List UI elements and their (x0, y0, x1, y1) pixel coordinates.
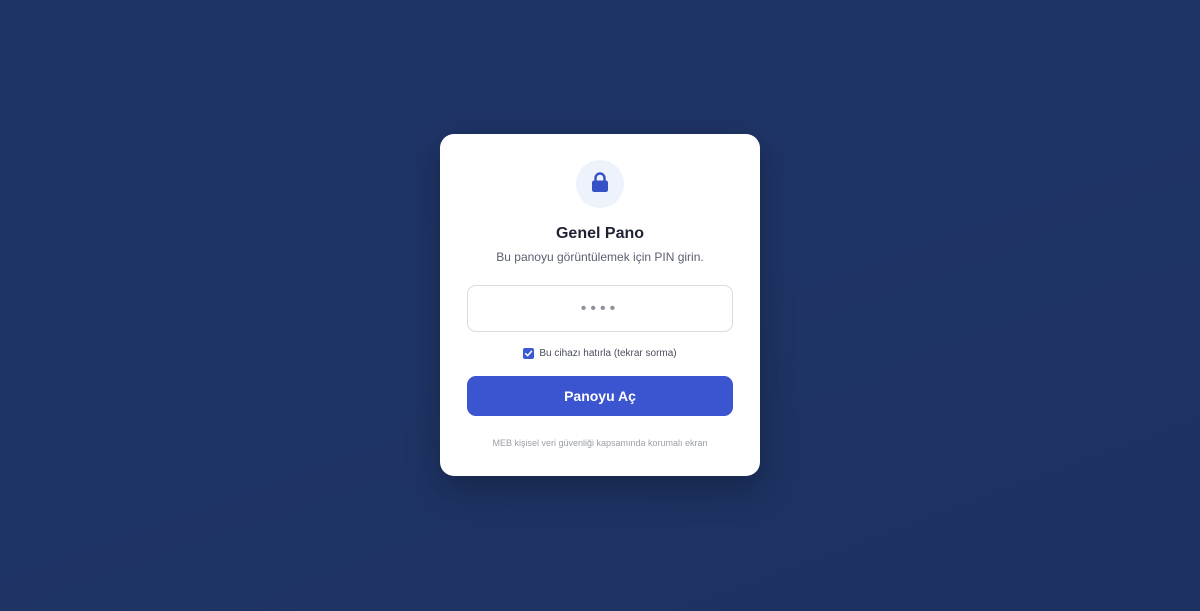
page-subtitle: Bu panoyu görüntülemek için PIN girin. (496, 250, 704, 264)
remember-device-checkbox[interactable] (523, 347, 535, 359)
page-title: Genel Pano (555, 225, 645, 242)
pin-input[interactable] (467, 285, 733, 332)
lock-badge (576, 160, 624, 208)
open-dashboard-button[interactable]: Panoyu Aç (467, 376, 733, 416)
lock-icon (590, 171, 610, 198)
remember-device-label: Bu cihazı hatırla (tekrar sorma) (539, 347, 677, 359)
checkmark-icon (525, 350, 533, 356)
pin-login-card: Genel Pano Bu panoyu görüntülemek için P… (440, 134, 760, 476)
remember-device-row[interactable]: Bu cihazı hatırla (tekrar sorma) (440, 346, 760, 360)
security-note: MEB kişisel veri güvenliği kapsamında ko… (492, 438, 708, 448)
